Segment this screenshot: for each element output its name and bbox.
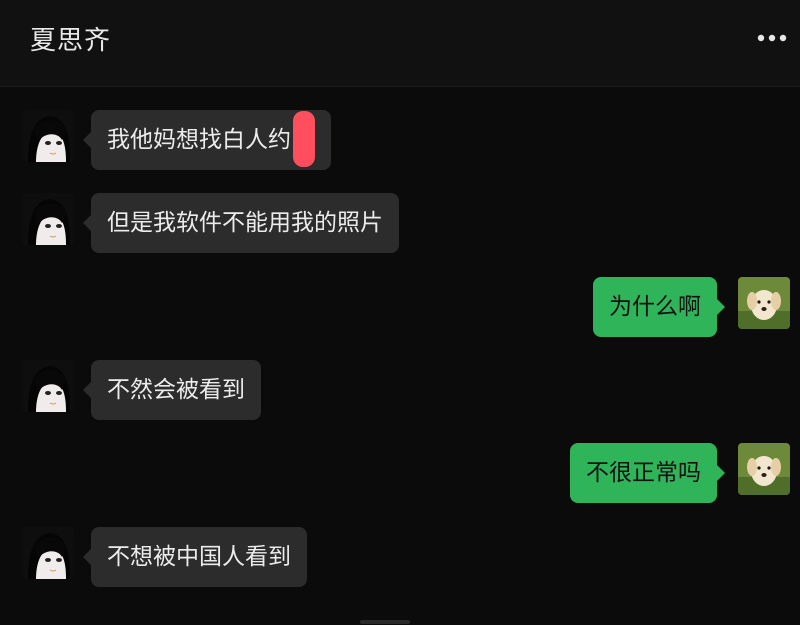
chat-screen: 夏思齐 我他妈想找白人约 但是我软件不能用我的照片 为什么啊 不然会被看到 不很… bbox=[0, 0, 800, 625]
anime-girl-avatar-icon bbox=[22, 527, 74, 579]
message-bubble[interactable]: 不很正常吗 bbox=[570, 443, 725, 503]
message-bubble[interactable]: 为什么啊 bbox=[593, 277, 725, 337]
message-text: 为什么啊 bbox=[609, 294, 701, 320]
message-bubble[interactable]: 不想被中国人看到 bbox=[83, 527, 307, 587]
contact-avatar[interactable] bbox=[22, 110, 74, 162]
more-button[interactable] bbox=[754, 24, 790, 52]
more-dots-icon bbox=[757, 34, 787, 42]
message-text: 我他妈想找白人约 bbox=[107, 127, 291, 153]
message-bubble[interactable]: 我他妈想找白人约 bbox=[83, 110, 331, 170]
contact-avatar[interactable] bbox=[22, 360, 74, 412]
message-bubble[interactable]: 不然会被看到 bbox=[83, 360, 261, 420]
contact-avatar[interactable] bbox=[22, 527, 74, 579]
self-avatar[interactable] bbox=[738, 443, 790, 495]
message-text: 但是我软件不能用我的照片 bbox=[107, 210, 383, 236]
anime-girl-avatar-icon bbox=[22, 193, 74, 245]
chat-title: 夏思齐 bbox=[30, 26, 112, 56]
message-text: 不想被中国人看到 bbox=[107, 544, 291, 570]
anime-girl-avatar-icon bbox=[22, 110, 74, 162]
anime-girl-avatar-icon bbox=[22, 360, 74, 412]
message-text: 不很正常吗 bbox=[586, 460, 701, 486]
self-avatar[interactable] bbox=[738, 277, 790, 329]
puppy-avatar-icon bbox=[738, 277, 790, 329]
message-bubble[interactable]: 但是我软件不能用我的照片 bbox=[83, 193, 399, 253]
scroll-indicator-icon bbox=[360, 620, 410, 624]
puppy-avatar-icon bbox=[738, 443, 790, 495]
message-text: 不然会被看到 bbox=[107, 377, 245, 403]
redaction-mark bbox=[293, 110, 315, 167]
chat-header: 夏思齐 bbox=[0, 0, 800, 87]
contact-avatar[interactable] bbox=[22, 193, 74, 245]
